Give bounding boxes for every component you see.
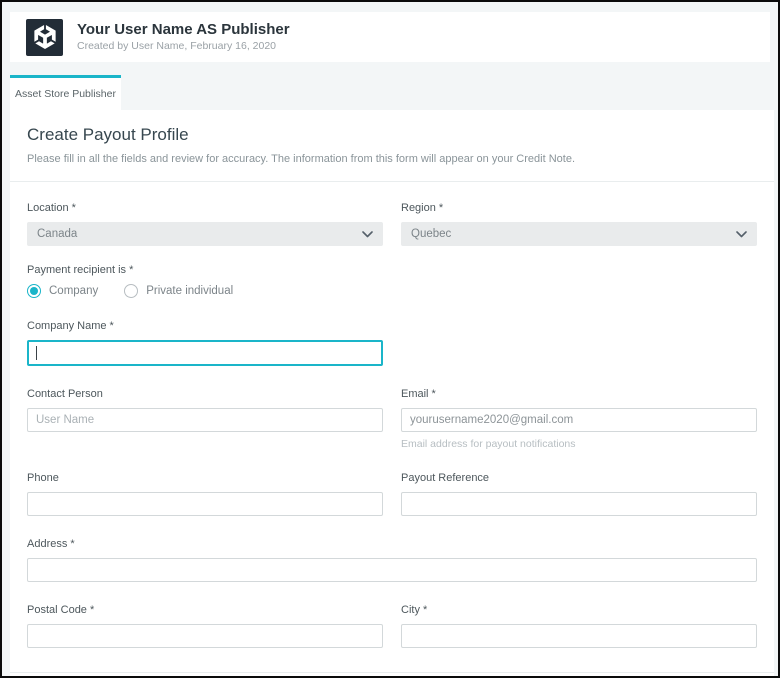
unity-icon bbox=[33, 25, 57, 49]
postal-code-input[interactable] bbox=[27, 624, 383, 648]
region-label: Region * bbox=[401, 202, 757, 214]
field-contact-person: Contact Person bbox=[27, 388, 383, 450]
region-value: Quebec bbox=[411, 228, 451, 240]
email-helper-text: Email address for payout notifications bbox=[401, 438, 757, 450]
form-actions: Create Cancel bbox=[10, 672, 774, 678]
radio-button-icon bbox=[27, 284, 41, 298]
contact-person-label: Contact Person bbox=[27, 388, 383, 400]
field-address: Address * bbox=[27, 538, 757, 582]
radio-button-icon bbox=[124, 284, 138, 298]
contact-person-input[interactable] bbox=[27, 408, 383, 432]
address-label: Address * bbox=[27, 538, 757, 550]
radio-private-individual[interactable]: Private individual bbox=[124, 284, 233, 298]
tab-label: Asset Store Publisher bbox=[15, 88, 116, 100]
location-select[interactable]: Canada bbox=[27, 222, 383, 246]
publisher-header-text: Your User Name AS Publisher Created by U… bbox=[77, 21, 290, 53]
radio-company-label: Company bbox=[49, 285, 98, 297]
company-name-label: Company Name * bbox=[27, 320, 383, 332]
radio-company[interactable]: Company bbox=[27, 284, 98, 298]
field-payment-recipient: Payment recipient is * Company Private i… bbox=[27, 264, 757, 298]
row-phone-reference: Phone Payout Reference bbox=[27, 472, 757, 516]
payout-profile-card: Create Payout Profile Please fill in all… bbox=[10, 110, 774, 678]
location-label: Location * bbox=[27, 202, 383, 214]
city-label: City * bbox=[401, 604, 757, 616]
row-location-region: Location * Canada Region * Quebec bbox=[27, 202, 757, 246]
payment-recipient-label: Payment recipient is * bbox=[27, 264, 757, 276]
region-select[interactable]: Quebec bbox=[401, 222, 757, 246]
field-phone: Phone bbox=[27, 472, 383, 516]
tab-asset-store-publisher[interactable]: Asset Store Publisher bbox=[10, 75, 121, 110]
chevron-down-icon bbox=[362, 231, 373, 238]
location-value: Canada bbox=[37, 228, 77, 240]
phone-input[interactable] bbox=[27, 492, 383, 516]
chevron-down-icon bbox=[736, 231, 747, 238]
publisher-header: Your User Name AS Publisher Created by U… bbox=[10, 12, 770, 62]
field-payout-reference: Payout Reference bbox=[401, 472, 757, 516]
field-postal-code: Postal Code * bbox=[27, 604, 383, 648]
radio-private-individual-label: Private individual bbox=[146, 285, 233, 297]
payout-form: Location * Canada Region * Quebec bbox=[10, 182, 774, 672]
postal-code-label: Postal Code * bbox=[27, 604, 383, 616]
company-name-input[interactable] bbox=[27, 340, 383, 366]
phone-label: Phone bbox=[27, 472, 383, 484]
field-location: Location * Canada bbox=[27, 202, 383, 246]
email-label: Email * bbox=[401, 388, 757, 400]
payout-reference-label: Payout Reference bbox=[401, 472, 757, 484]
text-cursor bbox=[36, 346, 37, 360]
row-contact-email: Contact Person Email * Email address for… bbox=[27, 388, 757, 450]
field-city: City * bbox=[401, 604, 757, 648]
unity-logo bbox=[26, 19, 63, 56]
email-input[interactable] bbox=[401, 408, 757, 432]
app-window: Your User Name AS Publisher Created by U… bbox=[0, 0, 780, 678]
field-email: Email * Email address for payout notific… bbox=[401, 388, 757, 450]
page-intro: Create Payout Profile Please fill in all… bbox=[10, 110, 774, 182]
payout-reference-input[interactable] bbox=[401, 492, 757, 516]
page-title: Create Payout Profile bbox=[27, 124, 757, 146]
row-postal-city: Postal Code * City * bbox=[27, 604, 757, 648]
row-company-name: Company Name * bbox=[27, 320, 757, 366]
page-description: Please fill in all the fields and review… bbox=[27, 152, 757, 166]
payment-recipient-radio-group: Company Private individual bbox=[27, 284, 757, 298]
field-region: Region * Quebec bbox=[401, 202, 757, 246]
publisher-subtitle: Created by User Name, February 16, 2020 bbox=[77, 39, 290, 53]
publisher-title: Your User Name AS Publisher bbox=[77, 21, 290, 39]
field-company-name: Company Name * bbox=[27, 320, 383, 366]
city-input[interactable] bbox=[401, 624, 757, 648]
address-input[interactable] bbox=[27, 558, 757, 582]
tab-bar: Asset Store Publisher bbox=[10, 75, 770, 110]
